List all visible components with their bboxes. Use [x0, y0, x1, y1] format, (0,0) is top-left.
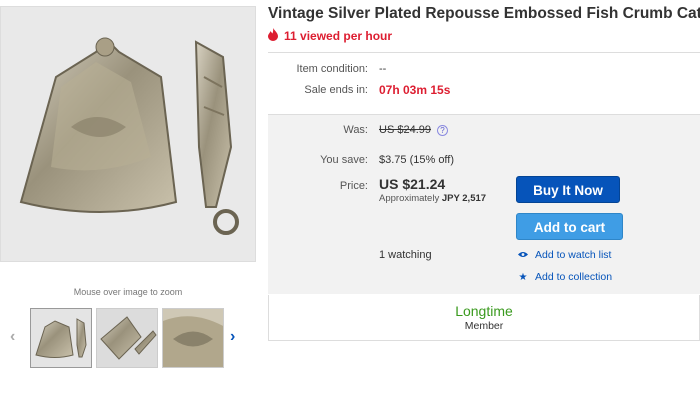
was-label: Was:: [343, 124, 368, 136]
thumbnail-1[interactable]: [30, 308, 92, 368]
thumbnail-3[interactable]: [162, 308, 224, 368]
buy-it-now-button[interactable]: Buy It Now: [516, 176, 620, 203]
seller-badge: Longtime: [455, 303, 513, 319]
sale-countdown: 07h 03m 15s: [379, 83, 451, 97]
condition-label: Item condition:: [296, 63, 368, 75]
you-save-value: $3.75 (15% off): [379, 154, 455, 166]
chevron-left-icon[interactable]: ‹: [10, 328, 15, 346]
thumbnail-strip: ‹ ›: [0, 306, 256, 370]
watch-list-label[interactable]: Add to watch list: [535, 249, 611, 261]
chevron-right-icon[interactable]: ›: [230, 328, 235, 346]
was-price-row: US $24.99?: [379, 124, 448, 136]
thumbnail-2[interactable]: [96, 308, 158, 368]
approx-price: Approximately JPY 2,517: [379, 193, 486, 204]
price-label: Price:: [339, 180, 368, 192]
info-icon[interactable]: ?: [436, 124, 448, 136]
flame-icon: [268, 28, 278, 44]
title-divider: [268, 52, 700, 53]
approx-value: JPY 2,517: [441, 193, 487, 204]
price-panel: [268, 114, 700, 294]
viewed-per-hour: 11 viewed per hour: [268, 28, 392, 44]
main-product-image[interactable]: [0, 6, 256, 262]
collection-label[interactable]: Add to collection: [535, 271, 612, 283]
current-price: US $21.24: [379, 176, 446, 192]
add-to-collection-link[interactable]: ★ Add to collection: [518, 271, 613, 283]
condition-value: --: [379, 63, 387, 75]
watching-count: 1 watching: [379, 249, 432, 261]
seller-badge-box: Longtime Member: [268, 295, 700, 341]
star-icon: ★: [518, 271, 528, 283]
zoom-hint: Mouse over image to zoom: [73, 287, 183, 297]
approx-prefix: Approximately: [379, 193, 440, 204]
listing-title: Vintage Silver Plated Repousse Embossed …: [268, 5, 700, 22]
viewed-text: 11 viewed per hour: [284, 29, 393, 43]
you-save-label: You save:: [320, 154, 368, 166]
eye-icon: [518, 250, 528, 261]
sale-ends-label: Sale ends in:: [304, 84, 368, 96]
seller-status: Member: [464, 320, 504, 332]
add-to-cart-button[interactable]: Add to cart: [516, 213, 623, 240]
add-to-watch-list-link[interactable]: Add to watch list: [518, 249, 611, 261]
was-price: US $24.99: [379, 124, 431, 136]
